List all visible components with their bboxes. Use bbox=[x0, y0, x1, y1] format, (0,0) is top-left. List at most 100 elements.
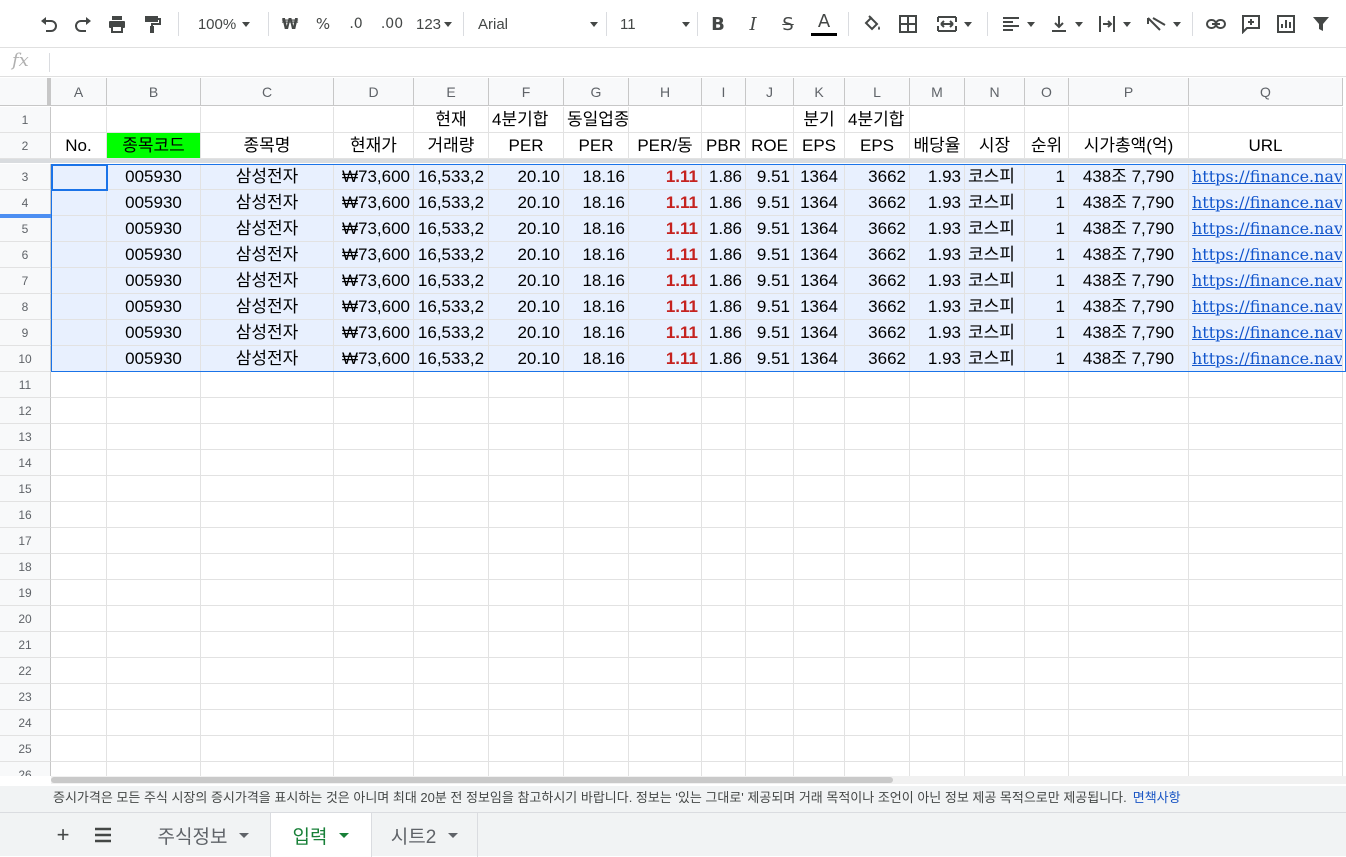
data-cell[interactable]: 1364 bbox=[794, 242, 845, 268]
empty-cell[interactable] bbox=[201, 684, 334, 710]
empty-cell[interactable] bbox=[334, 528, 414, 554]
header-cell[interactable]: 종목코드 bbox=[107, 133, 201, 159]
row-header-11[interactable]: 11 bbox=[0, 372, 51, 398]
empty-cell[interactable] bbox=[910, 580, 965, 606]
empty-cell[interactable] bbox=[746, 554, 794, 580]
row-header-23[interactable]: 23 bbox=[0, 684, 51, 710]
empty-cell[interactable] bbox=[910, 658, 965, 684]
url-cell[interactable]: https://finance.nav bbox=[1189, 346, 1343, 372]
header-cell[interactable]: ROE bbox=[746, 133, 794, 159]
data-cell[interactable]: 18.16 bbox=[564, 268, 629, 294]
empty-cell[interactable] bbox=[629, 580, 702, 606]
data-cell[interactable]: 20.10 bbox=[489, 346, 564, 372]
empty-cell[interactable] bbox=[107, 762, 201, 776]
empty-cell[interactable] bbox=[629, 710, 702, 736]
data-cell[interactable]: 코스피 bbox=[965, 242, 1025, 268]
empty-cell[interactable] bbox=[965, 450, 1025, 476]
filter-icon[interactable] bbox=[1306, 9, 1336, 39]
data-cell[interactable]: 3662 bbox=[845, 268, 910, 294]
empty-cell[interactable] bbox=[1189, 528, 1343, 554]
empty-cell[interactable] bbox=[702, 710, 746, 736]
empty-cell[interactable] bbox=[1189, 684, 1343, 710]
data-cell[interactable]: 9.51 bbox=[746, 320, 794, 346]
empty-cell[interactable] bbox=[746, 424, 794, 450]
empty-cell[interactable] bbox=[334, 606, 414, 632]
empty-cell[interactable] bbox=[564, 476, 629, 502]
data-cell[interactable]: 1.93 bbox=[910, 294, 965, 320]
data-cell[interactable]: 9.51 bbox=[746, 190, 794, 216]
row-header-1[interactable]: 1 bbox=[0, 107, 51, 133]
text-color-button[interactable]: A bbox=[808, 9, 840, 39]
data-cell[interactable]: 438조 7,790 bbox=[1069, 268, 1189, 294]
empty-cell[interactable] bbox=[794, 710, 845, 736]
column-header-k[interactable]: K bbox=[794, 78, 845, 106]
empty-cell[interactable] bbox=[334, 658, 414, 684]
column-header-l[interactable]: L bbox=[845, 78, 910, 106]
empty-cell[interactable] bbox=[564, 736, 629, 762]
data-cell[interactable]: 3662 bbox=[845, 242, 910, 268]
empty-cell[interactable] bbox=[965, 528, 1025, 554]
empty-cell[interactable] bbox=[965, 762, 1025, 776]
data-cell[interactable]: 코스피 bbox=[965, 190, 1025, 216]
data-cell[interactable]: 1 bbox=[1025, 216, 1069, 242]
empty-cell[interactable] bbox=[489, 710, 564, 736]
data-cell[interactable]: 1.86 bbox=[702, 320, 746, 346]
empty-cell[interactable] bbox=[51, 736, 107, 762]
empty-cell[interactable] bbox=[51, 398, 107, 424]
data-cell[interactable]: 1.11 bbox=[629, 190, 702, 216]
empty-cell[interactable] bbox=[702, 580, 746, 606]
row-header-26[interactable]: 26 bbox=[0, 762, 51, 776]
empty-cell[interactable] bbox=[794, 580, 845, 606]
data-cell[interactable]: ₩73,600 bbox=[334, 346, 414, 372]
empty-cell[interactable] bbox=[629, 736, 702, 762]
empty-cell[interactable] bbox=[702, 554, 746, 580]
font-family-select[interactable]: Arial bbox=[478, 9, 598, 39]
empty-cell[interactable] bbox=[334, 450, 414, 476]
row-header-3[interactable]: 3 bbox=[0, 164, 51, 190]
row-header-17[interactable]: 17 bbox=[0, 528, 51, 554]
header-cell[interactable] bbox=[1025, 107, 1069, 133]
column-header-d[interactable]: D bbox=[334, 78, 414, 106]
empty-cell[interactable] bbox=[702, 372, 746, 398]
undo-icon[interactable] bbox=[34, 9, 64, 39]
empty-cell[interactable] bbox=[794, 502, 845, 528]
url-cell[interactable]: https://finance.nav bbox=[1189, 242, 1343, 268]
empty-cell[interactable] bbox=[201, 372, 334, 398]
url-cell[interactable]: https://finance.nav bbox=[1189, 320, 1343, 346]
select-all-corner[interactable] bbox=[0, 78, 51, 106]
data-cell[interactable]: ₩73,600 bbox=[334, 216, 414, 242]
empty-cell[interactable] bbox=[965, 502, 1025, 528]
fill-color-icon[interactable] bbox=[857, 9, 887, 39]
data-cell[interactable]: 삼성전자 bbox=[201, 268, 334, 294]
insert-chart-icon[interactable] bbox=[1271, 9, 1301, 39]
data-cell[interactable]: 3662 bbox=[845, 320, 910, 346]
empty-cell[interactable] bbox=[201, 424, 334, 450]
empty-cell[interactable] bbox=[489, 554, 564, 580]
empty-cell[interactable] bbox=[845, 476, 910, 502]
empty-cell[interactable] bbox=[845, 736, 910, 762]
empty-cell[interactable] bbox=[794, 450, 845, 476]
empty-cell[interactable] bbox=[201, 450, 334, 476]
data-cell[interactable]: 20.10 bbox=[489, 242, 564, 268]
empty-cell[interactable] bbox=[1189, 476, 1343, 502]
empty-cell[interactable] bbox=[201, 398, 334, 424]
data-cell[interactable]: 코스피 bbox=[965, 164, 1025, 190]
empty-cell[interactable] bbox=[1025, 632, 1069, 658]
empty-cell[interactable] bbox=[1069, 554, 1189, 580]
data-cell[interactable]: 20.10 bbox=[489, 294, 564, 320]
data-cell[interactable]: 005930 bbox=[107, 294, 201, 320]
formula-input[interactable] bbox=[56, 52, 1336, 73]
data-cell[interactable]: 20.10 bbox=[489, 216, 564, 242]
empty-cell[interactable] bbox=[51, 606, 107, 632]
empty-cell[interactable] bbox=[629, 528, 702, 554]
empty-cell[interactable] bbox=[51, 580, 107, 606]
data-cell[interactable]: 1.11 bbox=[629, 242, 702, 268]
column-header-m[interactable]: M bbox=[910, 78, 965, 106]
empty-cell[interactable] bbox=[1189, 424, 1343, 450]
empty-cell[interactable] bbox=[107, 476, 201, 502]
data-cell[interactable]: 1364 bbox=[794, 268, 845, 294]
empty-cell[interactable] bbox=[564, 580, 629, 606]
header-cell[interactable] bbox=[629, 107, 702, 133]
column-header-n[interactable]: N bbox=[965, 78, 1025, 106]
header-cell[interactable]: 현재 bbox=[414, 107, 489, 133]
